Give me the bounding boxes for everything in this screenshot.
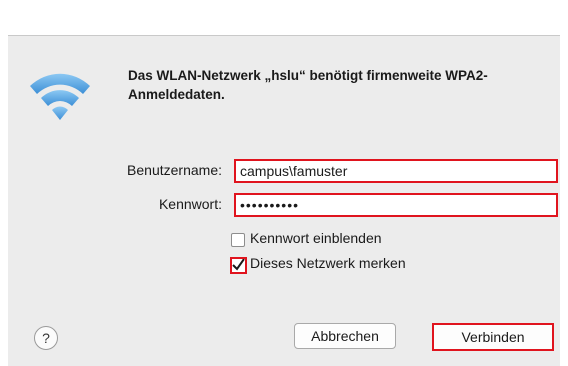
show-password-checkbox[interactable] (231, 233, 245, 247)
connect-button[interactable]: Verbinden (432, 323, 554, 351)
show-password-label[interactable]: Kennwort einblenden (250, 230, 382, 246)
username-field[interactable]: campus\famuster (234, 159, 558, 183)
password-field[interactable]: •••••••••• (234, 193, 558, 217)
remember-network-checkbox[interactable] (230, 257, 247, 274)
remember-network-label[interactable]: Dieses Netzwerk merken (250, 255, 406, 271)
wifi-icon (30, 73, 90, 120)
password-label: Kennwort: (158, 196, 222, 212)
dialog-message: Das WLAN-Netzwerk „hslu“ benötigt firmen… (128, 68, 488, 102)
cancel-button[interactable]: Abbrechen (294, 323, 396, 349)
checkmark-icon (232, 259, 245, 271)
help-button[interactable]: ? (34, 326, 58, 350)
username-label: Benutzername: (127, 162, 222, 178)
wlan-login-dialog: Das WLAN-Netzwerk „hslu“ benötigt firmen… (8, 35, 560, 366)
